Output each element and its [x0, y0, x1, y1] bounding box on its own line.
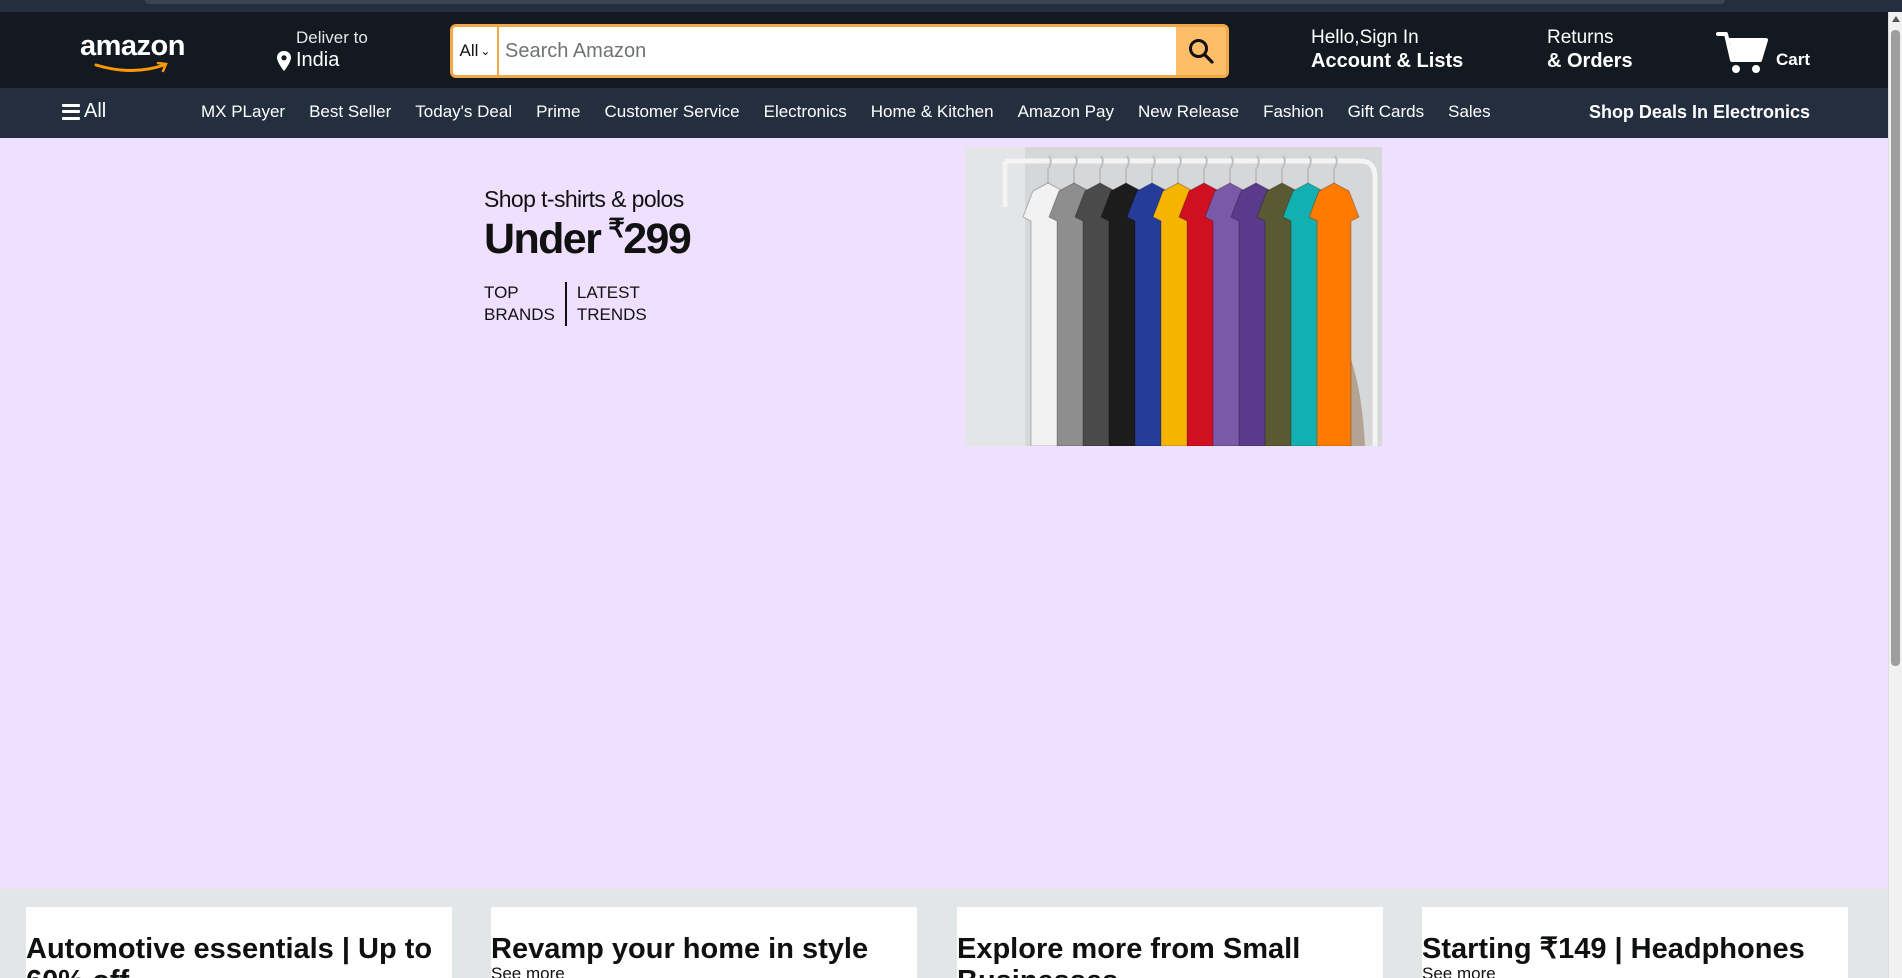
cart-label: Cart: [1776, 50, 1811, 69]
search-icon: [1189, 39, 1214, 64]
account-and-lists[interactable]: Hello,Sign In Account & Lists: [1311, 27, 1463, 73]
orders-label: & Orders: [1547, 50, 1633, 72]
nav-link-customer-service[interactable]: Customer Service: [605, 102, 740, 122]
site-header: amazon Deliver to India All ⌄ Search Ama…: [0, 12, 1888, 88]
nav-link-amazon-pay[interactable]: Amazon Pay: [1018, 102, 1114, 122]
nav-all-menu[interactable]: All: [62, 100, 106, 123]
nav-link-prime[interactable]: Prime: [536, 102, 580, 122]
hero-tshirt-rack-image: [965, 147, 1382, 446]
card-title: Automotive essentials | Up to 60% off: [26, 933, 433, 978]
browser-tab-edge: [145, 0, 1725, 4]
nav-shop-deals-electronics[interactable]: Shop Deals In Electronics: [1589, 102, 1810, 123]
chevron-down-icon: ⌄: [480, 44, 491, 58]
amazon-logo[interactable]: amazon: [80, 30, 185, 73]
nav-link-new-release[interactable]: New Release: [1138, 102, 1239, 122]
hero-currency: ₹: [608, 213, 625, 243]
nav-link-mx-player[interactable]: MX PLayer: [201, 102, 285, 122]
scroll-up-arrow-icon[interactable]: [1892, 16, 1900, 22]
nav-links: MX PLayer Best Seller Today's Deal Prime…: [201, 102, 1491, 122]
nav-link-best-seller[interactable]: Best Seller: [309, 102, 391, 122]
logo-wordmark: amazon: [80, 30, 185, 62]
hero-tag-line: TRENDS: [576, 305, 647, 324]
nav-link-gift-cards[interactable]: Gift Cards: [1348, 102, 1425, 122]
hero-tags: TOP BRANDS LATEST TRENDS: [484, 282, 690, 326]
hero-tag-line: LATEST: [576, 283, 640, 302]
hamburger-menu-icon: [62, 103, 80, 120]
hero-headline: Under ₹ 299: [484, 213, 692, 264]
card-small-businesses[interactable]: Explore more from Small Businesses: [957, 907, 1383, 978]
search-button[interactable]: [1176, 27, 1226, 75]
hero-price: 299: [623, 215, 692, 263]
cart-icon: [1716, 32, 1768, 73]
card-home-style[interactable]: Revamp your home in style See more: [491, 907, 917, 978]
nav-link-electronics[interactable]: Electronics: [764, 102, 847, 122]
search-input[interactable]: [499, 27, 1176, 75]
location-pin-icon: [277, 50, 291, 71]
nav-link-fashion[interactable]: Fashion: [1263, 102, 1323, 122]
card-automotive[interactable]: Automotive essentials | Up to 60% off: [26, 907, 452, 978]
nav-link-todays-deal[interactable]: Today's Deal: [415, 102, 512, 122]
card-headphones[interactable]: Starting ₹149 | Headphones See more: [1422, 907, 1848, 978]
logo-smile-icon: [94, 62, 168, 73]
search-bar: All ⌄: [450, 24, 1229, 78]
search-category-select[interactable]: All ⌄: [453, 27, 499, 75]
deliver-label: Deliver to: [296, 28, 368, 47]
hero-tag-line: BRANDS: [484, 305, 555, 324]
card-title: Explore more from Small Businesses: [957, 933, 1301, 978]
card-see-more-link[interactable]: See more: [1422, 964, 1848, 978]
search-category-label: All: [459, 41, 479, 60]
page-scrollbar[interactable]: [1888, 12, 1902, 978]
deliver-to[interactable]: Deliver to India: [276, 28, 368, 72]
hero-tag-line: TOP: [484, 283, 519, 302]
hero-text-block: Shop t-shirts & polos Under ₹ 299 TOP BR…: [484, 186, 692, 326]
nav-all-label: All: [84, 100, 107, 122]
tshirt-shape: [1308, 155, 1360, 446]
nav-link-home-kitchen[interactable]: Home & Kitchen: [871, 102, 994, 122]
browser-top-strip: [0, 0, 1902, 12]
account-greeting: Hello,Sign In: [1311, 27, 1419, 48]
tshirt-rack-illustration: [965, 147, 1382, 446]
card-see-more-link[interactable]: See more: [491, 964, 917, 978]
nav-link-sales[interactable]: Sales: [1448, 102, 1491, 122]
hero-headline-text: Under: [484, 215, 602, 263]
account-lists-label: Account & Lists: [1311, 50, 1464, 72]
deliver-location: India: [296, 49, 340, 71]
returns-and-orders[interactable]: Returns & Orders: [1547, 27, 1633, 73]
cart-button[interactable]: Cart: [1716, 24, 1810, 76]
hero-tag-latest-trends: LATEST TRENDS: [567, 282, 647, 326]
hero-banner[interactable]: Shop t-shirts & polos Under ₹ 299 TOP BR…: [0, 138, 1888, 889]
sub-navigation: All MX PLayer Best Seller Today's Deal P…: [0, 88, 1888, 138]
hero-tag-top-brands: TOP BRANDS: [484, 282, 567, 326]
product-cards-row: Automotive essentials | Up to 60% off Re…: [0, 889, 1888, 978]
card-title: Revamp your home in style: [491, 933, 869, 965]
hero-subtitle: Shop t-shirts & polos: [484, 186, 684, 212]
scrollbar-thumb[interactable]: [1891, 30, 1900, 666]
card-title: Starting ₹149 | Headphones: [1422, 933, 1805, 965]
returns-label: Returns: [1547, 27, 1614, 48]
